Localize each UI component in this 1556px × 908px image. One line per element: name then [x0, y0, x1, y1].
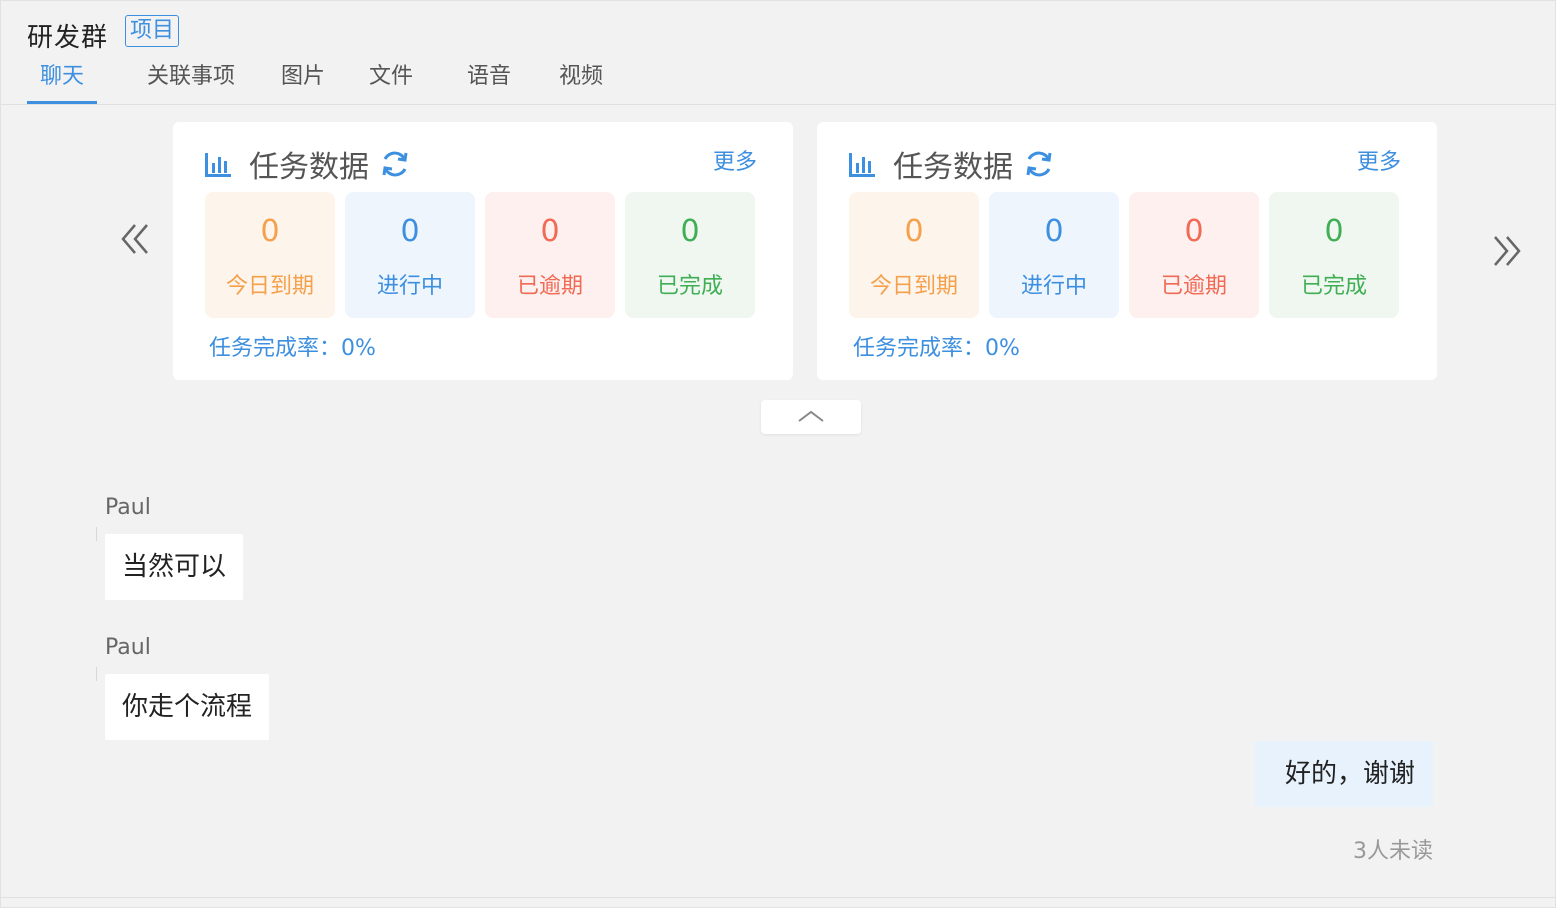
double-chevron-left-icon[interactable] — [119, 221, 151, 265]
card-header: 任务数据 — [203, 142, 411, 186]
group-name: 研发群 — [27, 23, 109, 53]
tab-voice[interactable]: 语音 — [463, 57, 515, 101]
stat-label: 进行中 — [376, 274, 443, 299]
task-stats: 0 今日到期 0 进行中 0 已逾期 0 已完成 — [849, 192, 1409, 318]
input-divider — [1, 897, 1555, 898]
stat-in-progress[interactable]: 0 进行中 — [345, 192, 475, 318]
more-link[interactable]: 更多 — [713, 144, 757, 176]
stat-label: 已逾期 — [516, 274, 583, 299]
bubble-marker — [96, 527, 97, 541]
card-header: 任务数据 — [847, 142, 1055, 186]
message-sender: Paul — [105, 495, 151, 520]
bar-chart-icon — [205, 153, 231, 177]
stat-label: 今日到期 — [869, 274, 958, 299]
stat-completed[interactable]: 0 已完成 — [625, 192, 755, 318]
completion-rate: 任务完成率：0% — [853, 336, 1020, 361]
tab-video[interactable]: 视频 — [555, 57, 607, 101]
tab-images[interactable]: 图片 — [277, 57, 329, 101]
card-title: 任务数据 — [249, 150, 369, 185]
stat-value: 0 — [1184, 214, 1204, 249]
tab-related-items[interactable]: 关联事项 — [141, 57, 241, 101]
own-message-bubble[interactable]: 好的，谢谢 — [1254, 741, 1433, 807]
task-data-card: 任务数据 更多 0 今日到期 0 进行中 0 已逾期 0 已完成 任务完成率：0… — [817, 122, 1437, 380]
stat-label: 今日到期 — [225, 274, 314, 299]
task-data-card: 任务数据 更多 0 今日到期 0 进行中 0 已逾期 0 已完成 任务完成率：0… — [173, 122, 793, 380]
stat-value: 0 — [260, 214, 280, 249]
more-link[interactable]: 更多 — [1357, 144, 1401, 176]
stat-label: 已完成 — [1300, 274, 1367, 299]
message-bubble[interactable]: 当然可以 — [105, 534, 244, 600]
stat-label: 进行中 — [1020, 274, 1087, 299]
refresh-icon[interactable] — [379, 148, 411, 180]
stat-label: 已逾期 — [1160, 274, 1227, 299]
message-bubble[interactable]: 你走个流程 — [105, 674, 270, 740]
tab-files[interactable]: 文件 — [365, 57, 417, 101]
stat-label: 已完成 — [656, 274, 723, 299]
stat-value: 0 — [400, 214, 420, 249]
message-sender: Paul — [105, 635, 151, 660]
bubble-marker — [96, 667, 97, 681]
task-stats: 0 今日到期 0 进行中 0 已逾期 0 已完成 — [205, 192, 765, 318]
chevron-up-icon — [798, 410, 824, 422]
bar-chart-icon — [849, 153, 875, 177]
double-chevron-right-icon[interactable] — [1491, 233, 1523, 277]
stat-value: 0 — [680, 214, 700, 249]
stat-value: 0 — [904, 214, 924, 249]
stat-overdue[interactable]: 0 已逾期 — [1129, 192, 1259, 318]
stat-completed[interactable]: 0 已完成 — [1269, 192, 1399, 318]
refresh-icon[interactable] — [1023, 148, 1055, 180]
stat-value: 0 — [540, 214, 560, 249]
tab-chat[interactable]: 聊天 — [27, 57, 97, 104]
completion-rate: 任务完成率：0% — [209, 336, 376, 361]
stat-value: 0 — [1044, 214, 1064, 249]
stat-overdue[interactable]: 0 已逾期 — [485, 192, 615, 318]
stat-in-progress[interactable]: 0 进行中 — [989, 192, 1119, 318]
stat-value: 0 — [1324, 214, 1344, 249]
card-title: 任务数据 — [893, 150, 1013, 185]
unread-count[interactable]: 3人未读 — [1353, 833, 1433, 865]
stat-due-today[interactable]: 0 今日到期 — [849, 192, 979, 318]
collapse-panel-button[interactable] — [761, 400, 861, 434]
chat-window: 研发群 项目 聊天 关联事项 图片 文件 语音 视频 任务数据 更多 0 今日到… — [0, 0, 1556, 908]
group-type-badge: 项目 — [125, 15, 180, 47]
tabs-divider — [1, 104, 1555, 105]
stat-due-today[interactable]: 0 今日到期 — [205, 192, 335, 318]
